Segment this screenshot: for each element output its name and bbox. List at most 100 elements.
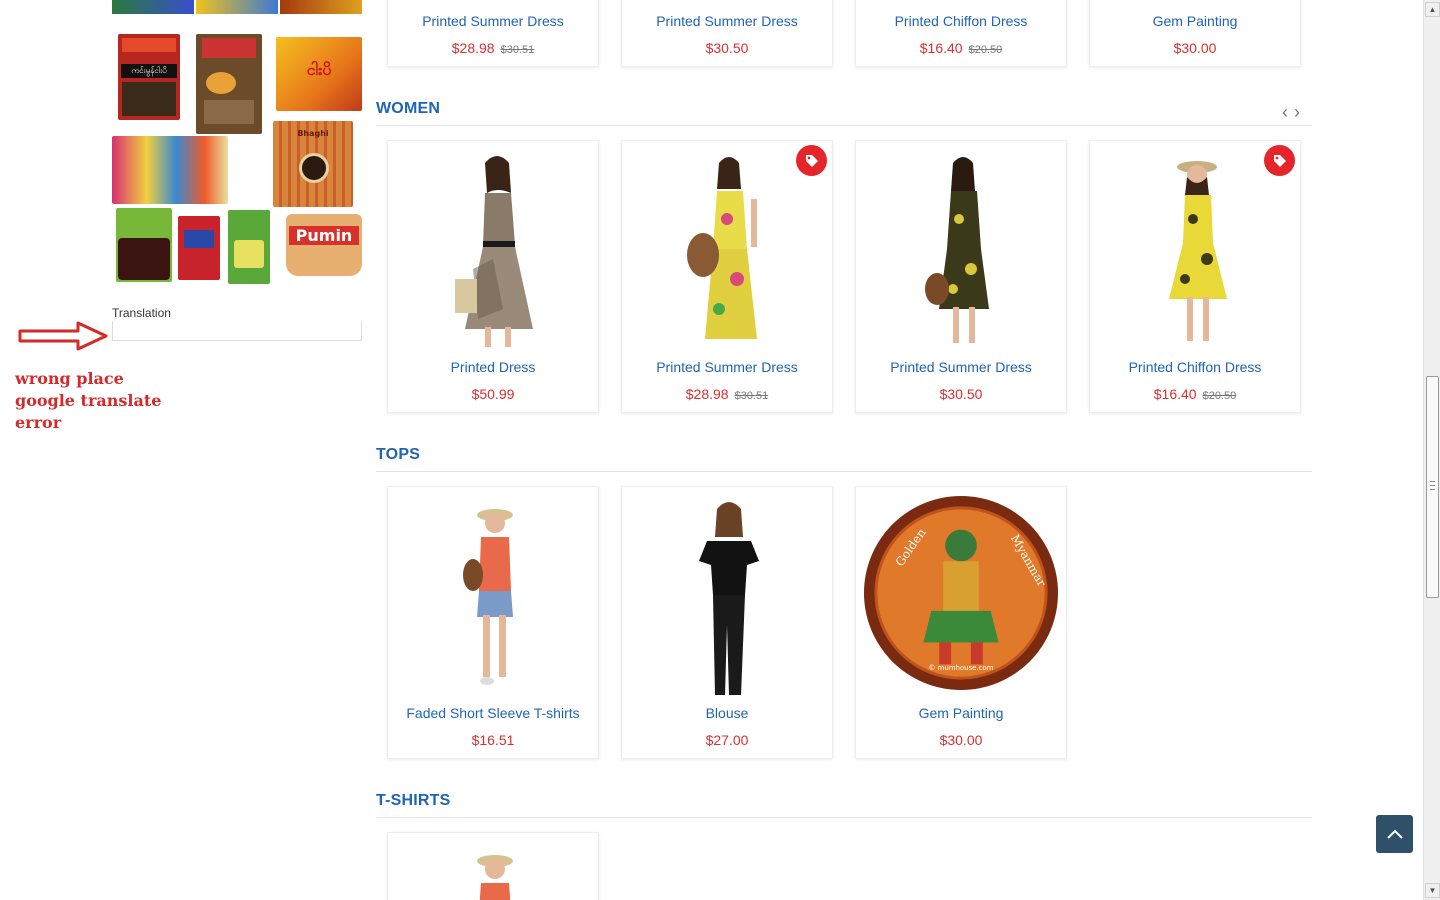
product-name[interactable]: Printed Dress	[388, 359, 598, 375]
product-name[interactable]: Gem Painting	[856, 705, 1066, 721]
product-price: $27.00	[705, 732, 749, 748]
product-prices: $16.40 $20.50	[1090, 386, 1300, 402]
product-card[interactable]: Printed Summer Dress $28.98 $30.51	[621, 140, 833, 413]
scroll-up-button[interactable]: ▲	[1425, 2, 1440, 17]
product-image[interactable]	[408, 495, 578, 695]
product-price: $30.50	[705, 40, 749, 56]
thumbnail-label: Bhaghi	[297, 129, 329, 138]
tshirt-figure	[463, 509, 513, 685]
product-prices: $30.00	[1090, 40, 1300, 56]
product-name[interactable]: Printed Chiffon Dress	[856, 13, 1066, 29]
product-card[interactable]	[387, 832, 599, 900]
product-price: $28.98	[685, 386, 729, 402]
product-old-price: $30.51	[734, 390, 769, 402]
product-prices: $50.99	[388, 386, 598, 402]
product-card[interactable]: Printed Dress $50.99	[387, 140, 599, 413]
product-card[interactable]: Golden Myanmar © mumhouse.com Gem Painti…	[855, 486, 1067, 759]
product-name[interactable]: Printed Chiffon Dress	[1090, 359, 1300, 375]
sidebar-thumbnail[interactable]	[112, 136, 228, 204]
product-price: $16.51	[471, 732, 515, 748]
sidebar-thumbnail[interactable]	[228, 210, 270, 284]
annotation-line: error	[15, 413, 62, 432]
product-prices: $30.50	[622, 40, 832, 56]
product-card[interactable]: Faded Short Sleeve T-shirts $16.51	[387, 486, 599, 759]
sidebar-thumbnail[interactable]	[178, 216, 220, 280]
product-image[interactable]	[876, 149, 1046, 349]
translation-label: Translation	[112, 306, 171, 320]
annotation-text: wrong place google translate error	[15, 368, 161, 434]
chevron-left-icon[interactable]: ‹	[1282, 102, 1288, 123]
product-price: $16.40	[1153, 386, 1197, 402]
gem-painting-plate: Golden Myanmar © mumhouse.com	[863, 495, 1059, 691]
tag-icon	[1264, 145, 1295, 176]
product-prices: $30.00	[856, 732, 1066, 748]
translation-widget[interactable]	[112, 321, 362, 341]
product-card[interactable]: Gem Painting $30.00	[1089, 0, 1301, 67]
product-name[interactable]: Printed Summer Dress	[388, 13, 598, 29]
section-title-tops: TOPS	[376, 446, 421, 463]
annotation-line: google translate	[15, 391, 162, 410]
product-image[interactable]: Golden Myanmar © mumhouse.com	[862, 493, 1060, 693]
product-image[interactable]	[408, 149, 578, 349]
carousel-nav: ‹ ›	[1282, 102, 1300, 123]
thumbnail-label: Pumin	[289, 226, 359, 245]
product-image[interactable]	[642, 149, 812, 349]
product-prices: $28.98 $30.51	[388, 40, 598, 56]
product-prices: $30.50	[856, 386, 1066, 402]
scroll-down-button[interactable]: ▼	[1425, 883, 1440, 898]
product-name[interactable]: Printed Summer Dress	[856, 359, 1066, 375]
product-name[interactable]: Gem Painting	[1090, 13, 1300, 29]
product-prices: $16.40 $20.50	[856, 40, 1066, 56]
sidebar-thumbnail[interactable]: ငါးပိ	[276, 37, 362, 111]
product-price: $30.00	[939, 732, 983, 748]
sidebar-thumbnail[interactable]: ကင်းမွန်ငါးပိ	[118, 34, 180, 120]
sidebar-top-image-strip	[112, 0, 362, 14]
section-divider	[376, 471, 1312, 472]
sidebar-thumbnail[interactable]: Bhaghi	[273, 121, 353, 207]
product-price: $28.98	[451, 40, 495, 56]
dress-figure	[925, 157, 989, 343]
product-prices: $28.98 $30.51	[622, 386, 832, 402]
right-arrow-icon	[18, 321, 108, 351]
thumbnail-label: ငါးပိ	[306, 60, 332, 79]
blouse-figure	[699, 502, 759, 695]
product-card[interactable]: Blouse $27.00	[621, 486, 833, 759]
product-card[interactable]: Printed Chiffon Dress $16.40 $20.50	[1089, 140, 1301, 413]
product-old-price: $20.50	[1202, 390, 1237, 402]
product-card[interactable]: Printed Summer Dress $30.50	[621, 0, 833, 67]
product-old-price: $20.50	[968, 44, 1003, 56]
product-price: $50.99	[471, 386, 515, 402]
product-card[interactable]: Printed Summer Dress $30.50	[855, 140, 1067, 413]
product-prices: $16.51	[388, 732, 598, 748]
back-to-top-button[interactable]	[1376, 815, 1413, 853]
product-name[interactable]: Faded Short Sleeve T-shirts	[388, 705, 598, 721]
vertical-scrollbar[interactable]: ▲ ▼	[1423, 0, 1440, 900]
product-name[interactable]: Blouse	[622, 705, 832, 721]
product-name[interactable]: Printed Summer Dress	[622, 359, 832, 375]
product-old-price: $30.51	[500, 44, 535, 56]
thumbnail-label: ကင်းမွန်ငါးပိ	[121, 64, 177, 78]
product-price: $16.40	[919, 40, 963, 56]
product-card[interactable]: Printed Summer Dress $28.98 $30.51	[387, 0, 599, 67]
dress-figure	[687, 157, 757, 339]
product-image[interactable]	[642, 495, 812, 695]
product-image[interactable]	[408, 851, 578, 900]
product-name[interactable]: Printed Summer Dress	[622, 13, 832, 29]
section-title-tshirts: T-SHIRTS	[376, 792, 451, 809]
product-price: $30.50	[939, 386, 983, 402]
sidebar-thumbnail[interactable]	[116, 208, 172, 282]
dress-figure	[1169, 161, 1227, 341]
product-image[interactable]	[1110, 149, 1280, 349]
dress-figure	[455, 156, 533, 347]
annotation-line: wrong place	[15, 369, 124, 388]
chevron-right-icon[interactable]: ›	[1294, 102, 1300, 123]
product-prices: $27.00	[622, 732, 832, 748]
scrollbar-thumb[interactable]	[1426, 376, 1439, 598]
section-divider	[376, 817, 1312, 818]
sidebar-thumbnail[interactable]: Pumin	[286, 214, 362, 276]
chevron-up-icon	[1386, 829, 1403, 839]
product-price: $30.00	[1173, 40, 1217, 56]
sidebar-thumbnail[interactable]	[196, 34, 262, 134]
product-card[interactable]: Printed Chiffon Dress $16.40 $20.50	[855, 0, 1067, 67]
tag-icon	[796, 145, 827, 176]
